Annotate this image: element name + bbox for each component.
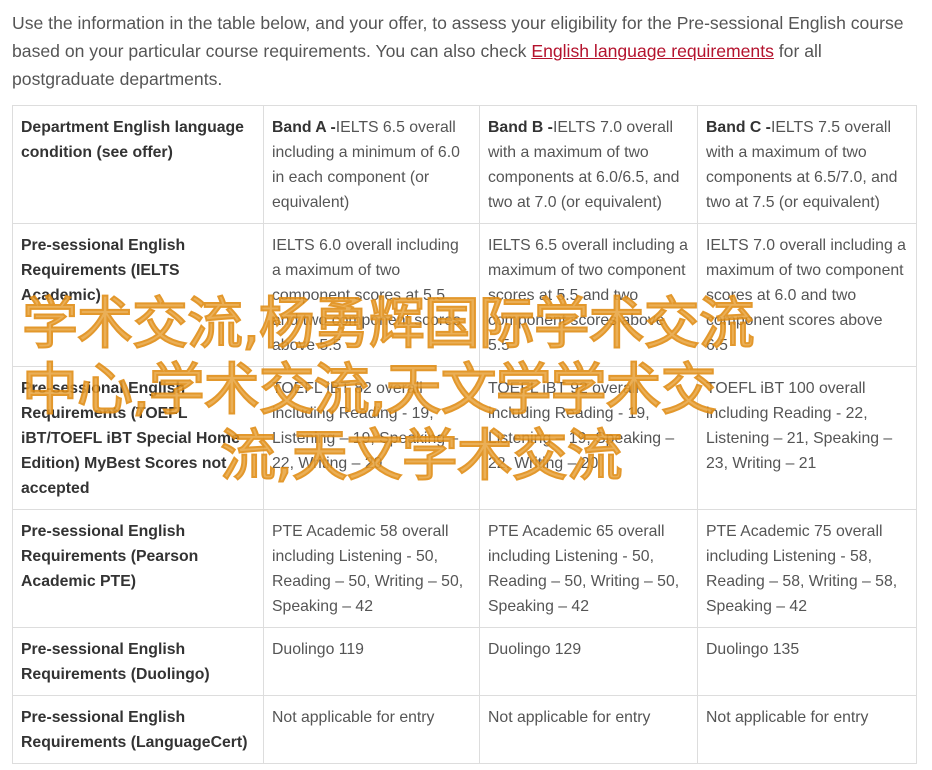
header-band-b-cell: Band B -IELTS 7.0 overall with a maximum… <box>479 105 698 224</box>
table-cell: PTE Academic 58 overall including Listen… <box>263 509 480 628</box>
row-label-duolingo: Pre-sessional English Requirements (Duol… <box>12 627 264 696</box>
band-b-label: Band B - <box>488 119 553 136</box>
header-band-c-cell: Band C -IELTS 7.5 overall with a maximum… <box>697 105 917 224</box>
table-row: Pre-sessional English Requirements (TOEF… <box>12 366 917 510</box>
table-cell: Duolingo 119 <box>263 627 480 696</box>
band-c-label: Band C - <box>706 119 771 136</box>
requirements-table: Department English language condition (s… <box>12 105 917 764</box>
table-header-row: Department English language condition (s… <box>12 105 917 224</box>
table-cell: PTE Academic 75 overall including Listen… <box>697 509 917 628</box>
table-cell: IELTS 7.0 overall including a maximum of… <box>697 223 917 367</box>
table-row: Pre-sessional English Requirements (Lang… <box>12 695 917 764</box>
table-cell: Not applicable for entry <box>479 695 698 764</box>
table-cell: TOEFL iBT 82 overall including Reading -… <box>263 366 480 510</box>
table-cell: IELTS 6.0 overall including a maximum of… <box>263 223 480 367</box>
table-cell: IELTS 6.5 overall including a maximum of… <box>479 223 698 367</box>
table-cell: Not applicable for entry <box>263 695 480 764</box>
band-a-label: Band A - <box>272 119 336 136</box>
table-cell: PTE Academic 65 overall including Listen… <box>479 509 698 628</box>
row-label-ielts: Pre-sessional English Requirements (IELT… <box>12 223 264 367</box>
row-label-languagecert: Pre-sessional English Requirements (Lang… <box>12 695 264 764</box>
table-row: Pre-sessional English Requirements (Duol… <box>12 627 917 696</box>
table-cell: TOEFL iBT 100 overall including Reading … <box>697 366 917 510</box>
table-cell: TOEFL iBT 92 overall including Reading -… <box>479 366 698 510</box>
english-language-requirements-link[interactable]: English language requirements <box>531 41 774 61</box>
row-label-toefl: Pre-sessional English Requirements (TOEF… <box>12 366 264 510</box>
table-row: Pre-sessional English Requirements (IELT… <box>12 223 917 367</box>
intro-paragraph: Use the information in the table below, … <box>12 9 922 93</box>
table-row: Pre-sessional English Requirements (Pear… <box>12 509 917 628</box>
table-cell: Duolingo 129 <box>479 627 698 696</box>
header-condition-cell: Department English language condition (s… <box>12 105 264 224</box>
row-label-pte: Pre-sessional English Requirements (Pear… <box>12 509 264 628</box>
header-band-a-cell: Band A -IELTS 6.5 overall including a mi… <box>263 105 480 224</box>
table-cell: Not applicable for entry <box>697 695 917 764</box>
table-cell: Duolingo 135 <box>697 627 917 696</box>
